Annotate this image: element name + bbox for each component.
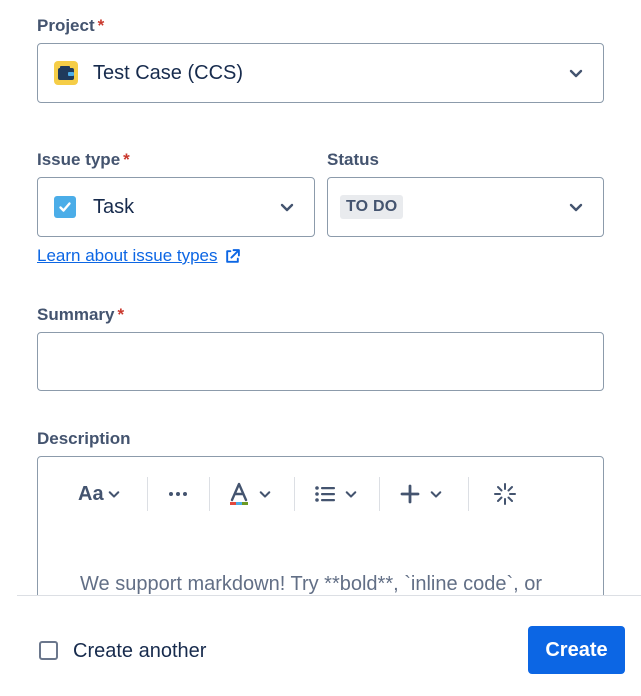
ai-button[interactable] <box>493 477 517 511</box>
task-icon <box>54 196 76 218</box>
project-label: Project * <box>37 16 104 36</box>
bullet-list-icon <box>315 486 335 502</box>
chevron-down-icon <box>108 491 119 498</box>
text-color-button[interactable] <box>229 477 271 511</box>
issue-type-select[interactable]: Task <box>37 177 315 237</box>
status-label: Status <box>327 150 379 169</box>
sparkle-icon <box>494 483 516 505</box>
project-value: Test Case (CCS) <box>93 61 244 84</box>
dialog-footer: Create another Create <box>17 595 641 696</box>
toolbar-divider <box>147 477 148 511</box>
text-style-button[interactable]: Aa <box>78 477 120 511</box>
description-placeholder: We support markdown! Try **bold**, `inli… <box>80 573 543 595</box>
chevron-down-icon <box>280 203 294 212</box>
learn-about-issue-types-link[interactable]: Learn about issue types <box>37 246 241 266</box>
chevron-down-icon <box>259 491 271 498</box>
summary-label: Summary * <box>37 305 124 325</box>
issue-type-label-text: Issue type <box>37 150 121 169</box>
chevron-down-icon <box>569 203 583 212</box>
list-button[interactable] <box>315 477 357 511</box>
create-button[interactable]: Create <box>528 626 625 674</box>
issue-type-value: Task <box>93 195 135 218</box>
more-formatting-button[interactable] <box>168 477 188 511</box>
external-link-icon <box>225 248 240 263</box>
learn-link-text[interactable]: Learn about issue types <box>37 246 218 266</box>
required-mark: * <box>123 150 130 169</box>
summary-input[interactable] <box>37 332 604 391</box>
description-label: Description <box>37 429 131 448</box>
status-select[interactable]: TO DO <box>327 177 604 237</box>
create-another-label[interactable]: Create another <box>73 640 206 663</box>
required-mark: * <box>97 16 105 35</box>
plus-icon <box>400 484 420 504</box>
toolbar-divider <box>209 477 210 511</box>
text-color-icon <box>230 482 248 505</box>
chevron-down-icon <box>569 69 583 78</box>
project-avatar-icon <box>54 61 78 85</box>
summary-label-text: Summary <box>37 305 115 324</box>
text-style-label: Aa <box>78 482 104 505</box>
insert-button[interactable] <box>400 477 442 511</box>
chevron-down-icon <box>430 491 442 498</box>
chevron-down-icon <box>345 491 357 498</box>
status-lozenge: TO DO <box>340 195 404 219</box>
more-icon <box>169 492 187 496</box>
toolbar-divider <box>294 477 295 511</box>
create-another-checkbox[interactable] <box>39 641 58 660</box>
editor-toolbar: Aa <box>38 457 603 531</box>
issue-type-label: Issue type * <box>37 150 130 170</box>
toolbar-divider <box>379 477 380 511</box>
required-mark: * <box>117 305 125 324</box>
project-label-text: Project <box>37 16 95 35</box>
project-select[interactable]: Test Case (CCS) <box>37 43 604 103</box>
toolbar-divider <box>468 477 469 511</box>
